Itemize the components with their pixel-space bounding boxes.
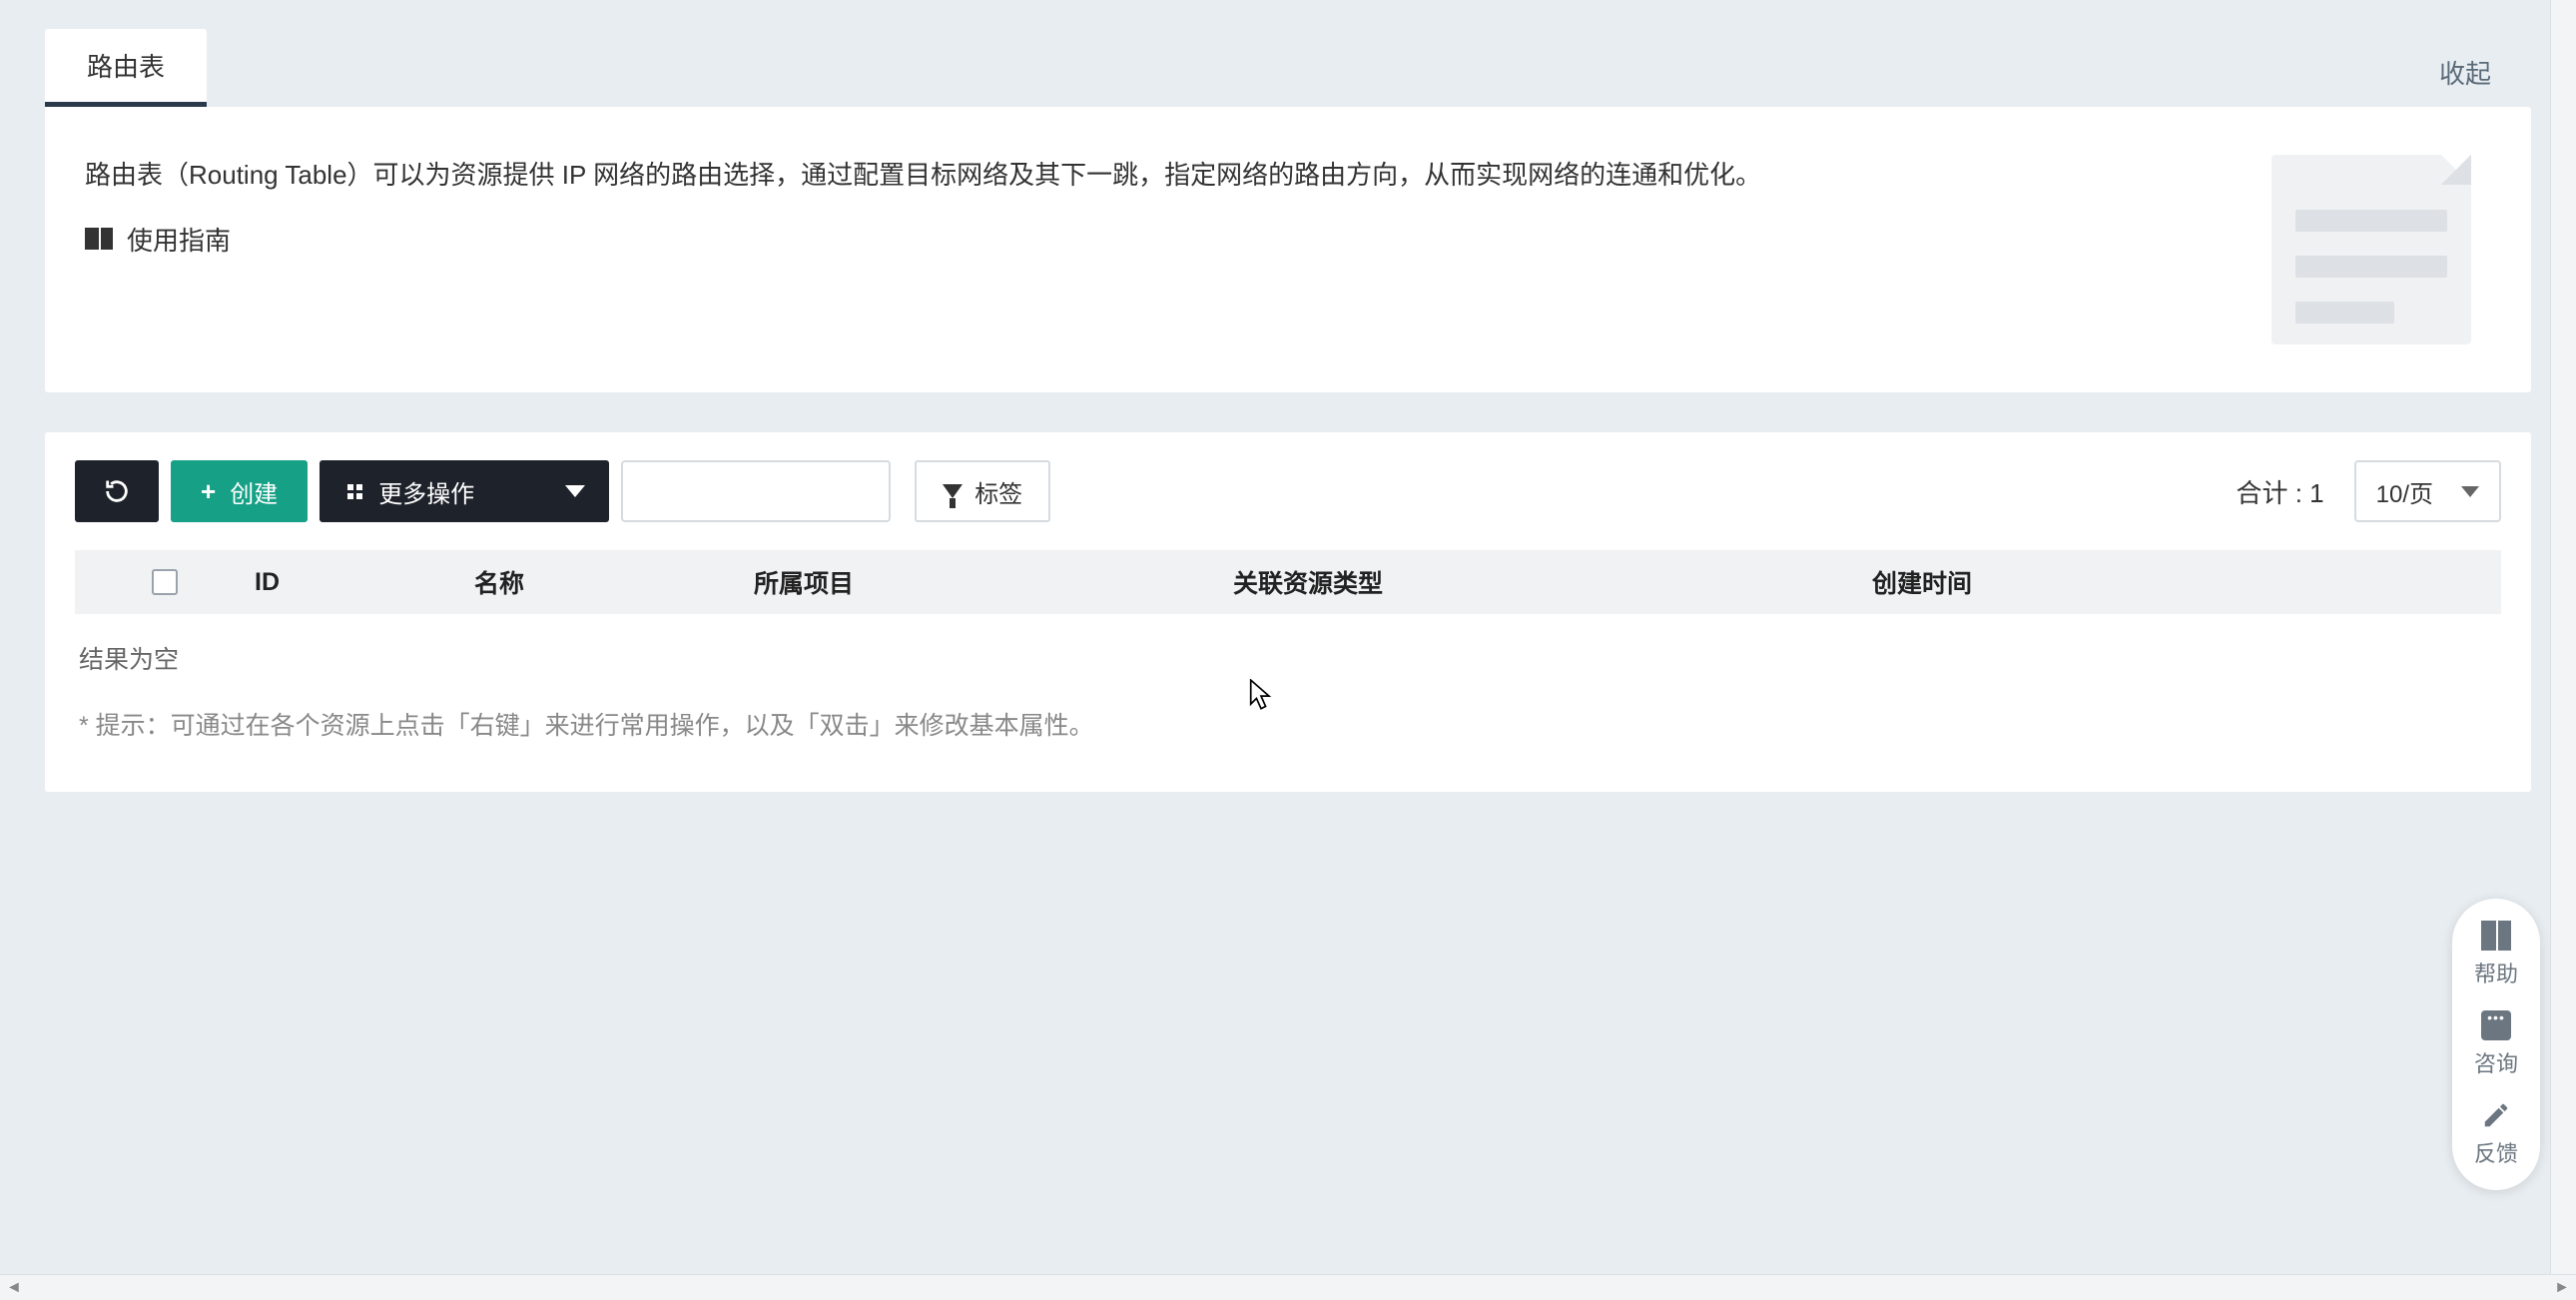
page-size-label: 10/页: [2376, 474, 2433, 509]
description-text: 路由表（Routing Table）可以为资源提供 IP 网络的路由选择，通过配…: [85, 155, 1761, 197]
create-button[interactable]: + 创建: [171, 460, 308, 522]
tab-bar: 路由表 收起: [45, 35, 2531, 107]
chevron-down-icon: [565, 485, 585, 497]
tab-routing-table[interactable]: 路由表: [45, 29, 207, 107]
more-actions-dropdown[interactable]: 更多操作: [320, 460, 609, 522]
collapse-toggle[interactable]: 收起: [2439, 54, 2531, 107]
consult-button[interactable]: 咨询: [2452, 1010, 2540, 1078]
doc-thumbnail: [2271, 155, 2471, 344]
collapse-label: 收起: [2439, 59, 2491, 89]
col-header-id[interactable]: ID: [255, 568, 474, 597]
book-icon: [2481, 921, 2511, 951]
table-header-row: ID 名称 所属项目 关联资源类型 创建时间: [75, 550, 2501, 614]
empty-result-text: 结果为空: [75, 614, 2501, 686]
description-card: 路由表（Routing Table）可以为资源提供 IP 网络的路由选择，通过配…: [45, 107, 2531, 392]
vertical-scrollbar[interactable]: [2550, 0, 2576, 1274]
pencil-icon: [2481, 1100, 2511, 1130]
chevron-down-icon: [2461, 486, 2479, 497]
consult-label: 咨询: [2474, 1046, 2518, 1078]
help-label: 帮助: [2474, 957, 2518, 988]
col-header-resource-type[interactable]: 关联资源类型: [1233, 564, 1872, 600]
refresh-button[interactable]: [75, 460, 159, 522]
book-icon: [85, 228, 113, 250]
chat-icon: [2481, 1010, 2511, 1040]
user-guide-link[interactable]: 使用指南: [85, 221, 231, 258]
help-button[interactable]: 帮助: [2452, 921, 2540, 988]
total-count-text: 合计 : 1: [2236, 473, 2323, 510]
feedback-button[interactable]: 反馈: [2452, 1100, 2540, 1168]
tab-label: 路由表: [87, 52, 165, 82]
select-all-checkbox[interactable]: [152, 569, 178, 595]
refresh-icon: [103, 477, 131, 505]
toolbar: + 创建 更多操作 标签 合计 : 1 10/页: [45, 432, 2531, 550]
col-header-project[interactable]: 所属项目: [754, 564, 1233, 600]
scroll-left-arrow[interactable]: ◄: [6, 1279, 22, 1297]
create-label: 创建: [230, 474, 278, 509]
horizontal-scrollbar[interactable]: ◄ ►: [0, 1274, 2576, 1300]
table-hint-text: * 提示：可通过在各个资源上点击「右键」来进行常用操作，以及「双击」来修改基本属…: [75, 686, 2501, 762]
tag-label: 标签: [974, 474, 1022, 509]
feedback-label: 反馈: [2474, 1136, 2518, 1168]
plus-icon: +: [201, 476, 216, 507]
filter-icon: [943, 484, 963, 498]
scroll-right-arrow[interactable]: ►: [2554, 1279, 2570, 1297]
col-header-created-at[interactable]: 创建时间: [1872, 564, 2501, 600]
grid-icon: [347, 484, 362, 499]
tag-filter-button[interactable]: 标签: [915, 460, 1050, 522]
more-label: 更多操作: [378, 474, 474, 509]
floating-help-panel: 帮助 咨询 反馈: [2452, 899, 2540, 1190]
search-input[interactable]: [621, 460, 891, 522]
guide-label: 使用指南: [127, 221, 231, 258]
content-card: + 创建 更多操作 标签 合计 : 1 10/页: [45, 432, 2531, 792]
col-header-name[interactable]: 名称: [474, 564, 754, 600]
page-size-select[interactable]: 10/页: [2354, 460, 2501, 522]
